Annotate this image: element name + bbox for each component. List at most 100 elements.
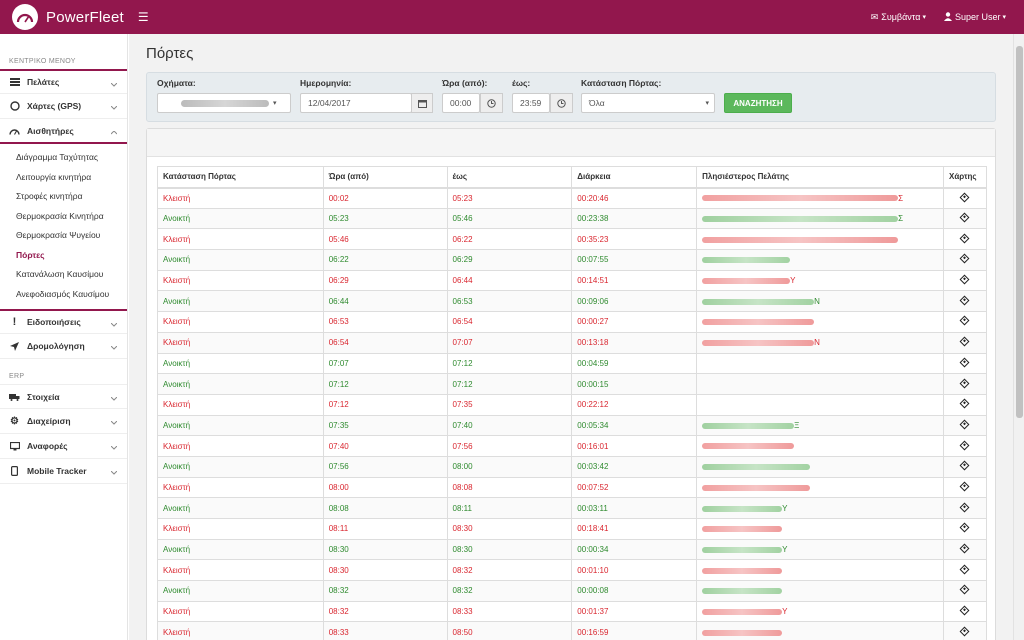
search-button[interactable]: ΑΝΑΖΗΤΗΣΗ [724,93,792,113]
gear-icon: ⚙ [10,415,19,427]
door-state-cell: Κλειστή [157,621,324,640]
map-marker-icon[interactable] [960,502,970,513]
col-time-from[interactable]: Ώρα (από) [322,166,448,189]
map-marker-icon[interactable] [960,522,970,533]
sidebar-sub-fridge-temp[interactable]: Θερμοκρασία Ψυγείου [0,226,127,246]
sidebar-sub-fuel-consumption[interactable]: Κατανάλωση Καυσίμου [0,265,127,285]
sidebar-sub-speed-chart[interactable]: Διάγραμμα Ταχύτητας [0,148,127,168]
sidebar-sub-engine-operation[interactable]: Λειτουργία κινητήρα [0,168,127,188]
map-marker-icon[interactable] [960,357,970,368]
map-marker-icon[interactable] [960,440,970,451]
sidebar-sub-doors[interactable]: Πόρτες [0,246,127,266]
map-marker-icon[interactable] [960,295,970,306]
door-state-label: Κατάσταση Πόρτας: [581,78,662,88]
sidebar-item-assets[interactable]: Στοιχεία [0,384,127,409]
map-marker-icon[interactable] [960,605,970,616]
clock-icon[interactable] [480,93,503,113]
sidebar-sub-refuelling[interactable]: Ανεφοδιασμός Καυσίμου [0,285,127,305]
client-name-tail: Υ [782,545,788,555]
map-marker-icon[interactable] [960,192,970,203]
nearest-client-cell [696,455,944,478]
date-label: Ημερομηνία: [300,78,352,88]
truck-icon [9,393,20,401]
events-dropdown[interactable]: ✉ Συμβάντα ▾ [871,12,926,23]
logo[interactable]: PowerFleet [12,4,124,30]
client-name-blurred [702,422,795,429]
sidebar-item-maps[interactable]: Χάρτες (GPS) [0,94,127,119]
time-to-cell: 07:40 [446,414,573,437]
duration-cell: 00:05:34 [571,414,698,437]
map-marker-icon[interactable] [960,212,970,223]
duration-cell: 00:03:11 [571,497,698,519]
time-from-input[interactable]: 00:00 [442,93,480,113]
col-time-to[interactable]: έως [446,166,573,189]
chevron-down-icon [110,442,118,452]
door-state-select[interactable]: Όλα ▾ [581,93,715,113]
map-marker-icon[interactable] [960,378,970,388]
time-to-input[interactable]: 23:59 [512,93,550,113]
map-cell [942,249,988,271]
map-marker-icon[interactable] [960,543,970,554]
sidebar-item-routing[interactable]: Δρομολόγηση [0,334,127,359]
sidebar-sub-engine-temp[interactable]: Θερμοκρασία Κινητήρα [0,207,127,227]
nearest-client-cell [696,311,944,333]
map-marker-icon[interactable] [960,336,970,347]
map-cell [942,538,988,561]
dashboard-icon [9,127,20,135]
map-marker-icon[interactable] [960,398,970,409]
sidebar-item-sensors[interactable]: Αισθητήρες [0,119,127,144]
time-to-cell: 06:22 [446,228,573,251]
client-name-blurred [702,629,783,636]
client-name-blurred [702,546,783,553]
map-marker-icon[interactable] [960,584,970,595]
time-to-cell: 08:32 [446,559,573,582]
results-panel-header [147,129,995,157]
user-dropdown[interactable]: Super User ▾ [943,11,1006,23]
map-marker-icon[interactable] [960,481,970,492]
sidebar-item-clients[interactable]: Πελάτες [0,69,127,94]
user-icon [943,11,952,23]
map-marker-icon[interactable] [960,274,970,285]
map-cell [942,497,988,519]
vehicles-select[interactable]: ▾ [157,93,291,113]
map-marker-icon[interactable] [960,316,970,326]
time-to-cell: 06:29 [446,249,573,271]
map-marker-icon[interactable] [960,253,970,264]
map-cell [942,580,988,602]
duration-cell: 00:09:06 [571,290,698,313]
map-marker-icon[interactable] [960,564,970,575]
page-scrollbar[interactable] [1013,34,1024,640]
client-name-tail: Ξ [794,420,800,430]
map-marker-icon[interactable] [960,460,970,471]
map-marker-icon[interactable] [960,626,970,637]
nearest-client-cell: Υ [696,538,944,561]
date-input[interactable]: 12/04/2017 [300,93,412,113]
sidebar-item-label: Αναφορές [27,441,68,451]
table-row: Ανοικτή 07:12 07:12 00:00:15 [157,373,988,395]
sidebar-item-management[interactable]: ⚙ Διαχείριση [0,409,127,434]
door-state-cell: Ανοικτή [157,414,324,437]
map-marker-icon[interactable] [960,233,970,244]
duration-cell: 00:13:18 [571,331,698,354]
col-duration[interactable]: Διάρκεια [571,166,698,189]
client-name-blurred [702,277,791,284]
user-label: Super User [954,12,1001,22]
scrollbar-thumb[interactable] [1016,46,1023,418]
door-state-cell: Κλειστή [157,269,324,292]
col-nearest-client[interactable]: Πλησιέστερος Πελάτης [696,166,944,189]
sidebar-item-notifications[interactable]: ! Ειδοποιήσεις [0,309,127,334]
hamburger-menu-icon[interactable]: ☰ [138,10,149,24]
caret-down-icon: ▾ [705,100,709,107]
col-map[interactable]: Χάρτης [942,166,988,189]
sidebar-item-reports[interactable]: Αναφορές [0,434,127,459]
calendar-icon[interactable] [411,93,433,113]
sidebar-sub-engine-rpm[interactable]: Στροφές κινητήρα [0,187,127,207]
sidebar-item-mobile-tracker[interactable]: Mobile Tracker [0,459,127,484]
nearest-client-cell [696,559,944,582]
col-door-state[interactable]: Κατάσταση Πόρτας [157,166,324,189]
door-state-cell: Κλειστή [157,187,324,209]
map-marker-icon[interactable] [960,419,970,430]
sidebar-item-label: Διαχείριση [27,416,71,426]
clock-icon[interactable] [550,93,573,113]
mobile-icon [9,466,20,476]
